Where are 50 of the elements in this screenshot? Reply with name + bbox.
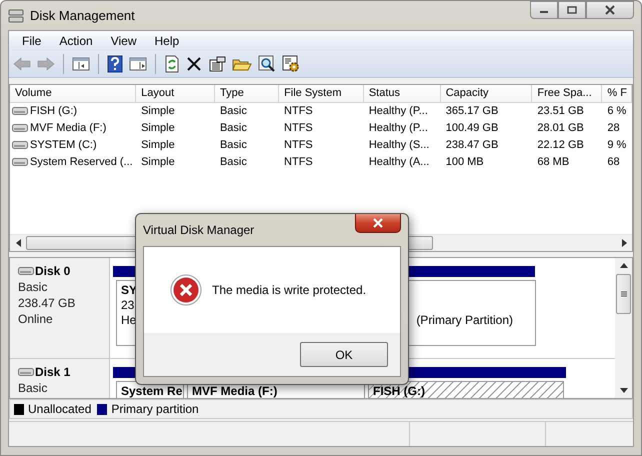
table-cell-text: 28.01 GB <box>537 120 584 136</box>
window-title: Disk Management <box>30 8 136 23</box>
table-cell-text: Basic <box>220 104 247 118</box>
table-cell-text: NTFS <box>284 120 313 136</box>
table-cell-text: Healthy (S... <box>368 138 430 152</box>
table-cell-text: NTFS <box>284 104 313 118</box>
partition-label: FISH (G:) <box>373 384 425 398</box>
disk-info: Online <box>18 310 54 327</box>
legend-label: Unallocated <box>28 402 92 416</box>
partition-info: 23 <box>121 298 134 313</box>
disk-name: Disk 0 <box>35 262 70 279</box>
table-cell-text: Basic <box>220 138 247 152</box>
table-cell-text: 68 <box>607 154 620 170</box>
disk-info: 238.47 GB <box>18 294 76 311</box>
table-cell-text: SYSTEM (C:) <box>30 138 97 152</box>
table-cell-text: NTFS <box>284 154 313 170</box>
table-cell-text: MVF Media (F:) <box>30 120 106 136</box>
partition-label: System Re <box>121 384 182 398</box>
table-cell-text: Healthy (P... <box>368 104 428 118</box>
table-cell-text: 6 % <box>607 104 626 118</box>
legend-label: Primary partition <box>111 402 199 416</box>
table-cell-text: 238.47 GB <box>446 138 498 152</box>
table-cell-text: NTFS <box>284 138 313 152</box>
table-cell-text: 28 <box>607 120 620 136</box>
disk-name: Disk 1 <box>35 364 70 380</box>
disk-info: Basic <box>18 278 48 295</box>
table-cell-text: Simple <box>141 154 175 170</box>
table-cell-text: 9 % <box>607 138 626 152</box>
partition-info: He <box>121 312 136 328</box>
table-cell-text: System Reserved (... <box>30 154 133 170</box>
disk-info: Basic <box>18 380 48 396</box>
table-cell-text: Healthy (P... <box>368 120 428 136</box>
dialog-message: The media is write protected. <box>212 283 366 297</box>
table-cell-text: Healthy (A... <box>368 154 430 170</box>
table-cell-text: Simple <box>141 120 175 136</box>
table-cell-text: 22.12 GB <box>537 138 584 152</box>
table-cell-text: 68 MB <box>537 154 570 170</box>
table-cell-text: Basic <box>220 154 247 170</box>
table-cell-text: Simple <box>141 104 175 118</box>
table-cell-text: 23.51 GB <box>537 104 584 118</box>
table-cell-text: 365.17 GB <box>446 104 498 118</box>
partition-label: SY <box>121 282 138 298</box>
table-cell-text: Basic <box>220 120 247 136</box>
table-cell-text: Simple <box>141 138 175 152</box>
partition-info: (Primary Partition) <box>416 312 513 328</box>
dialog-title: Virtual Disk Manager <box>143 223 256 237</box>
table-cell-text: 100 MB <box>446 154 484 170</box>
table-cell-text: 100.49 GB <box>446 120 498 136</box>
table-cell-text: FISH (G:) <box>30 104 78 118</box>
partition-label: MVF Media (F:) <box>192 384 278 398</box>
